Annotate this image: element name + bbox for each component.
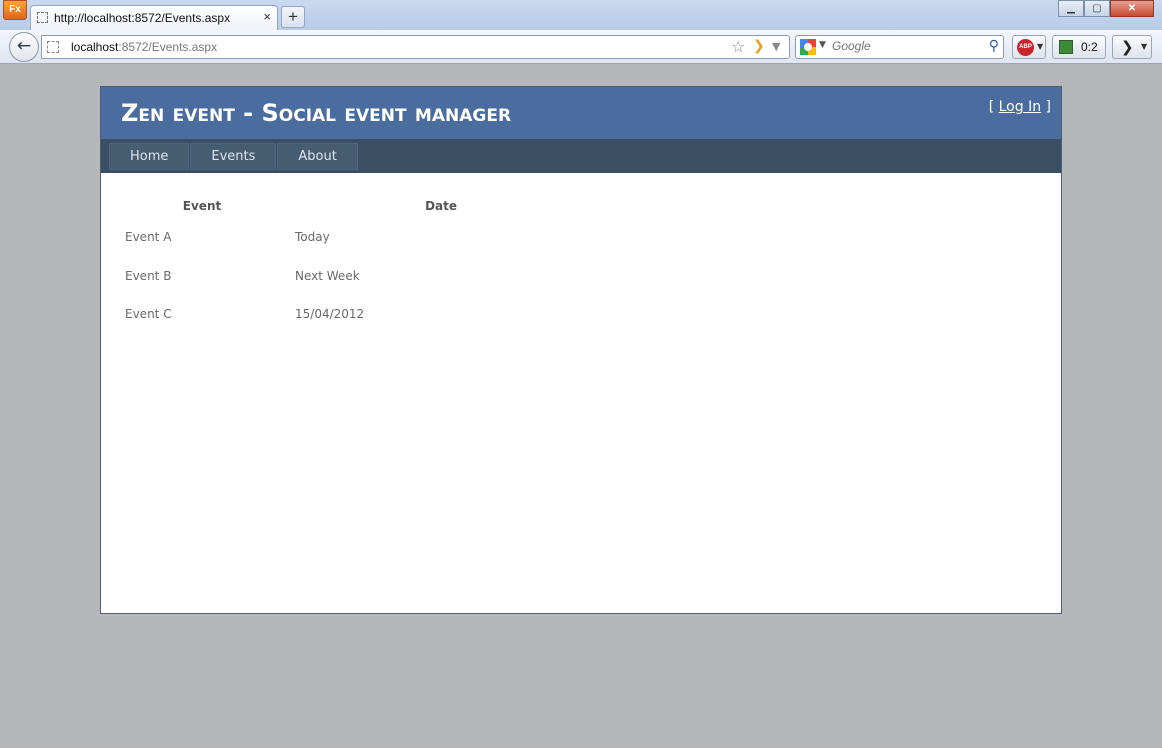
login-bracket-close: ] — [1041, 99, 1051, 115]
event-date-cell: 15/04/2012 — [295, 307, 365, 322]
adblock-plus-button[interactable]: ABP ▼ — [1012, 35, 1046, 59]
tab-title: http://localhost:8572/Events.aspx — [54, 11, 231, 25]
rss-feed-icon[interactable]: ❯ — [753, 38, 765, 54]
maximize-button[interactable]: ▢ — [1084, 0, 1110, 17]
event-date-cell: Next Week — [295, 268, 360, 283]
engine-dropdown-icon[interactable]: ▼ — [819, 40, 826, 50]
close-window-button[interactable]: ✕ — [1110, 0, 1154, 17]
main-menu: Home Events About — [109, 143, 359, 170]
table-row: Event A Today — [117, 218, 457, 257]
table-header-row: Event Date — [117, 193, 457, 218]
search-bar: ▼ ⚲ — [795, 35, 1004, 59]
event-name-cell: Event C — [125, 307, 172, 322]
table-row: Event B Next Week — [117, 257, 457, 296]
url-text[interactable]: localhost:8572/Events.aspx — [71, 40, 217, 54]
main-menu-bar: Home Events About — [101, 139, 1061, 173]
notification-icon — [1059, 40, 1073, 54]
event-date-cell: Today — [295, 230, 330, 245]
back-button[interactable]: ← — [9, 32, 39, 62]
new-tab-button[interactable]: + — [281, 6, 305, 28]
login-bracket-open: [ — [988, 99, 999, 115]
site-title: Zen event - Social event manager — [121, 99, 512, 127]
adblock-dropdown-icon[interactable]: ▼ — [1037, 42, 1043, 51]
browser-tab-events[interactable]: http://localhost:8572/Events.aspx × — [30, 5, 278, 30]
event-name-cell: Event A — [125, 230, 172, 245]
overflow-dropdown-icon[interactable]: ▼ — [1141, 42, 1147, 51]
toolbar-overflow-button[interactable]: ❯ ▼ — [1112, 35, 1152, 59]
chevron-right-icon: ❯ — [1121, 38, 1134, 56]
site-header: Zen event - Social event manager [ Log I… — [101, 87, 1061, 139]
adblock-icon: ABP — [1017, 39, 1034, 56]
events-table: Event Date Event A Today Event B Next We… — [117, 193, 457, 334]
history-dropdown-icon[interactable]: ▼ — [772, 40, 780, 53]
notification-count: 0:2 — [1081, 40, 1098, 54]
browser-navigation-bar: ← localhost:8572/Events.aspx ☆ ❯ ▼ ▼ ⚲ A… — [0, 30, 1162, 64]
table-row: Event C 15/04/2012 — [117, 295, 457, 334]
tab-close-icon[interactable]: × — [263, 9, 271, 24]
firefox-menu-button[interactable]: Fx — [3, 0, 27, 20]
login-link[interactable]: Log In — [999, 99, 1041, 115]
column-header-event: Event — [182, 198, 222, 213]
window-controls: ▁ ▢ ✕ — [1058, 0, 1154, 18]
login-display: [ Log In ] — [989, 99, 1051, 115]
menu-item-about[interactable]: About — [277, 143, 358, 170]
search-input[interactable] — [832, 39, 982, 53]
bookmark-star-icon[interactable]: ☆ — [731, 37, 745, 56]
search-icon[interactable]: ⚲ — [989, 38, 999, 54]
url-host: localhost — [71, 40, 119, 54]
minimize-button[interactable]: ▁ — [1058, 0, 1084, 17]
event-name-cell: Event B — [125, 268, 172, 283]
notifications-button[interactable]: 0:2 — [1052, 35, 1106, 59]
column-header-date: Date — [425, 198, 457, 213]
google-engine-icon[interactable] — [800, 39, 816, 55]
address-bar[interactable]: localhost:8572/Events.aspx ☆ ❯ ▼ — [41, 35, 790, 59]
site-identity-icon[interactable] — [47, 41, 59, 53]
menu-item-home[interactable]: Home — [109, 143, 190, 170]
menu-item-events[interactable]: Events — [190, 143, 277, 170]
page-icon — [37, 12, 48, 23]
url-path: :8572/Events.aspx — [118, 40, 218, 54]
browser-title-bar: Fx http://localhost:8572/Events.aspx × +… — [0, 0, 1162, 31]
page-container: Zen event - Social event manager [ Log I… — [100, 86, 1062, 614]
